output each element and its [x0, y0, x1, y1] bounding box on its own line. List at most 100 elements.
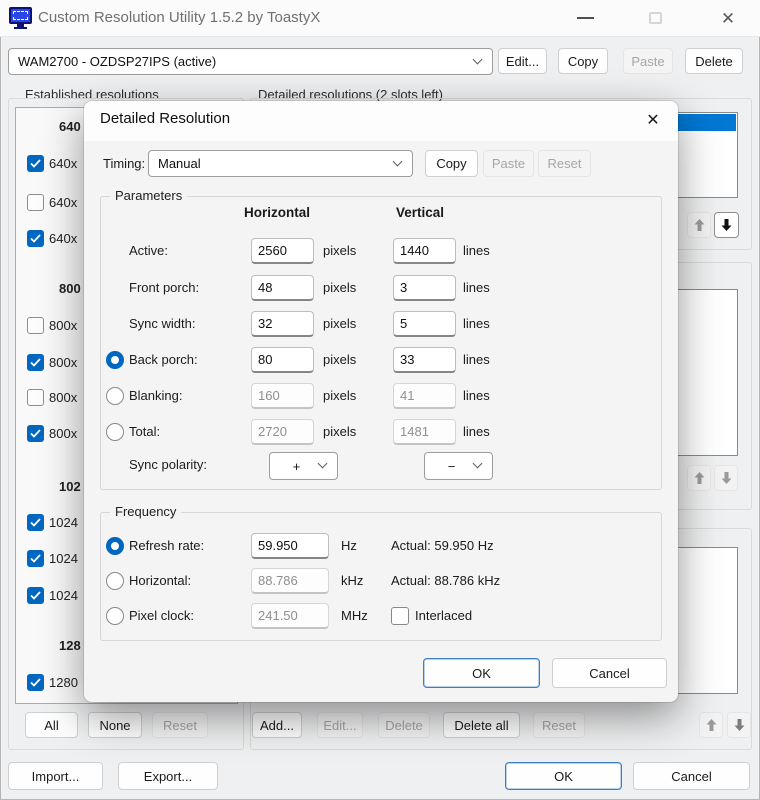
group-3-reset-button: Reset	[533, 712, 585, 738]
resolution-item-label: 800x	[49, 318, 77, 333]
frequency-group: Frequency Refresh rate: Hz Actual: 59.95…	[100, 512, 662, 641]
timing-reset-button: Reset	[538, 150, 591, 177]
back-porch-radio[interactable]	[106, 351, 124, 369]
pixels-unit-label: pixels	[323, 316, 356, 331]
timing-label: Timing:	[103, 156, 145, 171]
pixel-clock-input	[251, 603, 329, 629]
dialog-close-button[interactable]: ✕	[641, 108, 665, 132]
resolution-item-label: 640x	[49, 231, 77, 246]
display-select[interactable]: WAM2700 - OZDSP27IPS (active)	[8, 48, 493, 75]
refresh-rate-label: Refresh rate:	[129, 538, 204, 553]
total-horizontal-input	[251, 419, 314, 445]
select-all-button[interactable]: All	[25, 712, 78, 738]
pixels-unit-label: pixels	[323, 424, 356, 439]
front-porch-vertical-input[interactable]	[393, 275, 456, 301]
main-ok-button[interactable]: OK	[505, 762, 622, 790]
resolution-checkbox-checked[interactable]	[27, 425, 44, 442]
front-porch-horizontal-input[interactable]	[251, 275, 314, 301]
edit-display-button[interactable]: Edit...	[498, 48, 547, 74]
active-vertical-input[interactable]	[393, 238, 456, 264]
resolution-item-label: 1024	[49, 551, 78, 566]
close-button[interactable]: ✕	[706, 2, 750, 34]
edit-resolution-button: Edit...	[317, 712, 363, 738]
refresh-rate-input[interactable]	[251, 533, 329, 559]
pixel-clock-radio[interactable]	[106, 607, 124, 625]
hz-unit-label: Hz	[341, 538, 357, 553]
resolution-checkbox-unchecked[interactable]	[27, 194, 44, 211]
frequency-group-title: Frequency	[110, 504, 181, 519]
back-porch-horizontal-input[interactable]	[251, 347, 314, 373]
move-down-button	[727, 712, 751, 738]
total-vertical-input	[393, 419, 456, 445]
resolution-checkbox-checked[interactable]	[27, 587, 44, 604]
refresh-rate-radio[interactable]	[106, 537, 124, 555]
resolution-checkbox-checked[interactable]	[27, 230, 44, 247]
main-cancel-button[interactable]: Cancel	[633, 762, 750, 790]
lines-unit-label: lines	[463, 280, 490, 295]
timing-select[interactable]: Manual	[148, 150, 413, 177]
resolution-item-label: 1024	[49, 515, 78, 530]
close-icon: ✕	[646, 110, 659, 130]
app-icon	[9, 7, 32, 30]
pixels-unit-label: pixels	[323, 280, 356, 295]
lines-unit-label: lines	[463, 388, 490, 403]
dialog-ok-button[interactable]: OK	[423, 658, 540, 688]
active-horizontal-input[interactable]	[251, 238, 314, 264]
chevron-down-icon	[473, 54, 483, 64]
active-label: Active:	[129, 243, 168, 258]
resolution-checkbox-checked[interactable]	[27, 674, 44, 691]
sync-width-vertical-input[interactable]	[393, 311, 456, 337]
horizontal-column-header: Horizontal	[244, 205, 310, 220]
pixel-clock-label: Pixel clock:	[129, 608, 194, 623]
resolution-item-label: 640x	[49, 156, 77, 171]
resolution-checkbox-checked[interactable]	[27, 514, 44, 531]
total-label: Total:	[129, 424, 160, 439]
interlaced-checkbox[interactable]	[391, 607, 409, 625]
resolution-item-label: 800x	[49, 426, 77, 441]
maximize-icon	[649, 12, 662, 24]
sync-width-horizontal-input[interactable]	[251, 311, 314, 337]
resolution-checkbox-checked[interactable]	[27, 155, 44, 172]
actual-refresh-rate: Actual: 59.950 Hz	[391, 538, 494, 553]
delete-display-button[interactable]: Delete	[685, 48, 743, 74]
resolution-checkbox-checked[interactable]	[27, 354, 44, 371]
total-radio[interactable]	[106, 423, 124, 441]
interlaced-label: Interlaced	[415, 608, 472, 623]
back-porch-label: Back porch:	[129, 352, 198, 367]
vertical-column-header: Vertical	[396, 205, 444, 220]
move-down-button	[714, 465, 738, 491]
title-bar[interactable]: Custom Resolution Utility 1.5.2 by Toast…	[0, 0, 760, 37]
lines-unit-label: lines	[463, 352, 490, 367]
resolution-item-label: 1024	[49, 588, 78, 603]
move-down-button[interactable]	[714, 212, 739, 238]
pixels-unit-label: pixels	[323, 243, 356, 258]
detailed-resolution-dialog: Detailed Resolution ✕ Timing: Manual Cop…	[84, 101, 678, 702]
select-none-button[interactable]: None	[88, 712, 142, 738]
resolution-group-header: 800	[59, 281, 81, 296]
actual-horizontal-frequency: Actual: 88.786 kHz	[391, 573, 500, 588]
minimize-button[interactable]	[563, 2, 607, 34]
delete-all-button[interactable]: Delete all	[443, 712, 520, 738]
dialog-cancel-button[interactable]: Cancel	[552, 658, 667, 688]
resolution-checkbox-unchecked[interactable]	[27, 389, 44, 406]
import-button[interactable]: Import...	[8, 762, 103, 790]
copy-display-button[interactable]: Copy	[558, 48, 608, 74]
vertical-polarity-select[interactable]: −	[424, 452, 493, 480]
back-porch-vertical-input[interactable]	[393, 347, 456, 373]
horizontal-frequency-radio[interactable]	[106, 572, 124, 590]
blanking-radio[interactable]	[106, 387, 124, 405]
timing-copy-button[interactable]: Copy	[425, 150, 478, 177]
resolution-group-header: 102	[59, 479, 81, 494]
dialog-title-bar[interactable]: Detailed Resolution ✕	[84, 101, 678, 141]
blanking-horizontal-input	[251, 383, 314, 409]
window-title: Custom Resolution Utility 1.5.2 by Toast…	[38, 9, 320, 26]
resolution-checkbox-checked[interactable]	[27, 550, 44, 567]
add-resolution-button[interactable]: Add...	[252, 712, 302, 738]
export-button[interactable]: Export...	[118, 762, 218, 790]
horizontal-polarity-select[interactable]: +	[269, 452, 338, 480]
paste-display-button: Paste	[623, 48, 673, 74]
move-up-button	[687, 465, 711, 491]
resolution-checkbox-unchecked[interactable]	[27, 317, 44, 334]
pixels-unit-label: pixels	[323, 352, 356, 367]
established-reset-button: Reset	[152, 712, 208, 738]
